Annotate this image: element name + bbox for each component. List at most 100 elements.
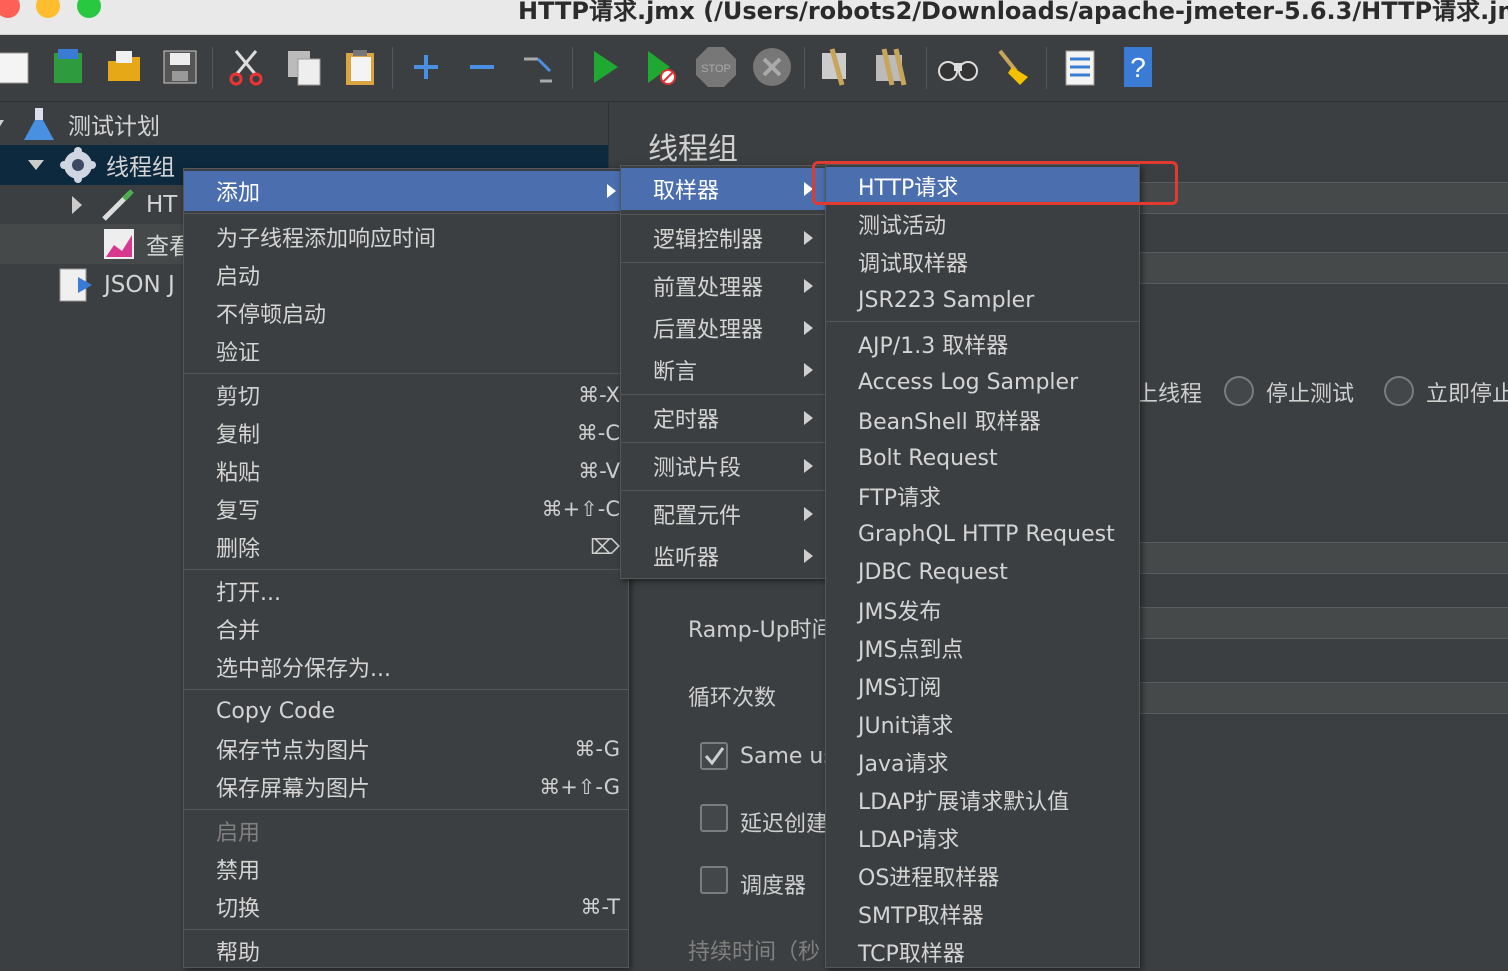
menu-item-copy[interactable]: 复制 ⌘-C	[184, 414, 628, 452]
reset-search-icon	[998, 49, 1028, 85]
stop-test-label: 停止测试	[1266, 382, 1355, 407]
menu-item-open[interactable]: 打开...	[184, 572, 628, 610]
menu-item-delete[interactable]: 删除 ⌦	[184, 528, 628, 566]
search-button[interactable]	[936, 45, 980, 89]
submenu-item-listener[interactable]: 监听器	[621, 536, 825, 576]
delay-thread-checkbox[interactable]	[700, 804, 728, 832]
expand-icon	[414, 55, 438, 79]
function-helper-button[interactable]	[1058, 45, 1102, 89]
scheduler-checkbox[interactable]	[700, 866, 728, 894]
start-button[interactable]	[582, 45, 626, 89]
submenu-item-config-element[interactable]: 配置元件	[621, 494, 825, 534]
submenu-item-timer[interactable]: 定时器	[621, 398, 825, 438]
stop-button[interactable]: STOP	[694, 45, 738, 89]
save-button[interactable]	[158, 45, 202, 89]
submenu-arrow-icon	[607, 184, 616, 198]
shutdown-button[interactable]	[750, 45, 794, 89]
menu-item-start[interactable]: 启动	[184, 256, 628, 294]
sampler-item-junit[interactable]: JUnit请求	[826, 705, 1139, 743]
start-no-pauses-button[interactable]	[638, 45, 682, 89]
submenu-item-logic-controller[interactable]: 逻辑控制器	[621, 218, 825, 258]
menu-item-copy-code[interactable]: Copy Code	[184, 692, 628, 730]
reset-search-button[interactable]	[992, 45, 1036, 89]
submenu-item-sampler[interactable]: 取样器	[621, 168, 825, 210]
menu-item-paste[interactable]: 粘贴 ⌘-V	[184, 452, 628, 490]
collapse-button[interactable]	[460, 45, 504, 89]
sampler-item-ajp[interactable]: AJP/1.3 取样器	[826, 325, 1139, 363]
tree-node-http-request[interactable]: HT	[0, 185, 177, 225]
menu-item-add-response-time[interactable]: 为子线程添加响应时间	[184, 218, 628, 256]
stop-test-radio[interactable]	[1224, 376, 1254, 406]
help-button[interactable]: ?	[1116, 45, 1160, 89]
sampler-item-access-log[interactable]: Access Log Sampler	[826, 363, 1139, 401]
menu-item-disable[interactable]: 禁用	[184, 850, 628, 888]
sampler-item-java[interactable]: Java请求	[826, 743, 1139, 781]
clear-all-button[interactable]	[870, 45, 914, 89]
close-window-button[interactable]	[0, 0, 20, 18]
clear-button[interactable]	[814, 45, 858, 89]
menu-item-add[interactable]: 添加	[184, 171, 628, 211]
loop-field[interactable]	[1128, 682, 1508, 714]
menu-item-save-screen-image[interactable]: 保存屏幕为图片 ⌘+⇧-G	[184, 768, 628, 806]
threads-field[interactable]	[1128, 542, 1508, 574]
templates-button[interactable]	[46, 45, 90, 89]
sampler-item-jms-subscriber[interactable]: JMS订阅	[826, 667, 1139, 705]
sampler-item-jdbc[interactable]: JDBC Request	[826, 553, 1139, 591]
tree-node-test-plan[interactable]: 测试计划	[0, 104, 160, 144]
sampler-item-jsr223[interactable]: JSR223 Sampler	[826, 281, 1139, 319]
minimize-window-button[interactable]	[36, 0, 60, 18]
menu-item-merge[interactable]: 合并	[184, 610, 628, 648]
menu-item-start-no-pauses[interactable]: 不停顿启动	[184, 294, 628, 332]
sampler-item-ftp[interactable]: FTP请求	[826, 477, 1139, 515]
submenu-arrow-icon	[804, 231, 813, 245]
submenu-item-assertion[interactable]: 断言	[621, 350, 825, 390]
submenu-item-post-processor[interactable]: 后置处理器	[621, 308, 825, 348]
paste-button[interactable]	[338, 45, 382, 89]
tree-node-thread-group[interactable]: 线程组	[0, 145, 175, 185]
menu-item-cut[interactable]: 剪切 ⌘-X	[184, 376, 628, 414]
toggle-button[interactable]	[516, 45, 560, 89]
sampler-item-flow-control-action[interactable]: 测试活动	[826, 205, 1139, 243]
add-submenu: 取样器 逻辑控制器 前置处理器 后置处理器 断言 定时器 测试片段 配置元件 监…	[620, 165, 826, 579]
copy-button[interactable]	[282, 45, 326, 89]
tree-node-listener[interactable]: 查看	[0, 224, 192, 264]
open-icon	[108, 51, 140, 81]
sampler-item-beanshell[interactable]: BeanShell 取样器	[826, 401, 1139, 439]
sampler-item-bolt[interactable]: Bolt Request	[826, 439, 1139, 477]
new-button[interactable]	[0, 45, 36, 89]
expand-button[interactable]	[404, 45, 448, 89]
menu-item-save-selection-as[interactable]: 选中部分保存为...	[184, 648, 628, 686]
cut-button[interactable]	[224, 45, 268, 89]
menu-item-save-node-image[interactable]: 保存节点为图片 ⌘-G	[184, 730, 628, 768]
sampler-item-tcp[interactable]: TCP取样器	[826, 933, 1139, 971]
sampler-item-ldap[interactable]: LDAP请求	[826, 819, 1139, 857]
continue-thread-label: 上线程	[1136, 382, 1203, 407]
sampler-item-jms-publisher[interactable]: JMS发布	[826, 591, 1139, 629]
clear-icon	[822, 48, 846, 86]
templates-icon	[54, 49, 82, 83]
submenu-item-pre-processor[interactable]: 前置处理器	[621, 266, 825, 306]
zoom-window-button[interactable]	[77, 0, 101, 18]
sampler-item-graphql[interactable]: GraphQL HTTP Request	[826, 515, 1139, 553]
stop-test-now-label: 立即停止	[1426, 382, 1508, 407]
menu-item-duplicate[interactable]: 复写 ⌘+⇧-C	[184, 490, 628, 528]
submenu-arrow-icon	[804, 549, 813, 563]
rampup-field[interactable]	[1128, 607, 1508, 639]
comments-field[interactable]	[1128, 252, 1508, 284]
menu-item-validate[interactable]: 验证	[184, 332, 628, 370]
tree-node-json-extractor[interactable]: JSON J	[0, 265, 175, 305]
test-plan-icon	[24, 108, 54, 140]
stop-test-now-radio[interactable]	[1384, 376, 1414, 406]
name-field[interactable]	[1128, 182, 1508, 214]
menu-item-toggle[interactable]: 切换 ⌘-T	[184, 888, 628, 926]
sampler-item-os-process[interactable]: OS进程取样器	[826, 857, 1139, 895]
sampler-item-smtp[interactable]: SMTP取样器	[826, 895, 1139, 933]
submenu-item-test-fragment[interactable]: 测试片段	[621, 446, 825, 486]
open-button[interactable]	[102, 45, 146, 89]
sampler-item-debug-sampler[interactable]: 调试取样器	[826, 243, 1139, 281]
menu-item-help[interactable]: 帮助	[184, 932, 628, 970]
same-user-checkbox[interactable]	[700, 742, 728, 770]
sampler-item-jms-point-to-point[interactable]: JMS点到点	[826, 629, 1139, 667]
svg-text:?: ?	[1130, 52, 1146, 83]
sampler-item-ldap-extended[interactable]: LDAP扩展请求默认值	[826, 781, 1139, 819]
